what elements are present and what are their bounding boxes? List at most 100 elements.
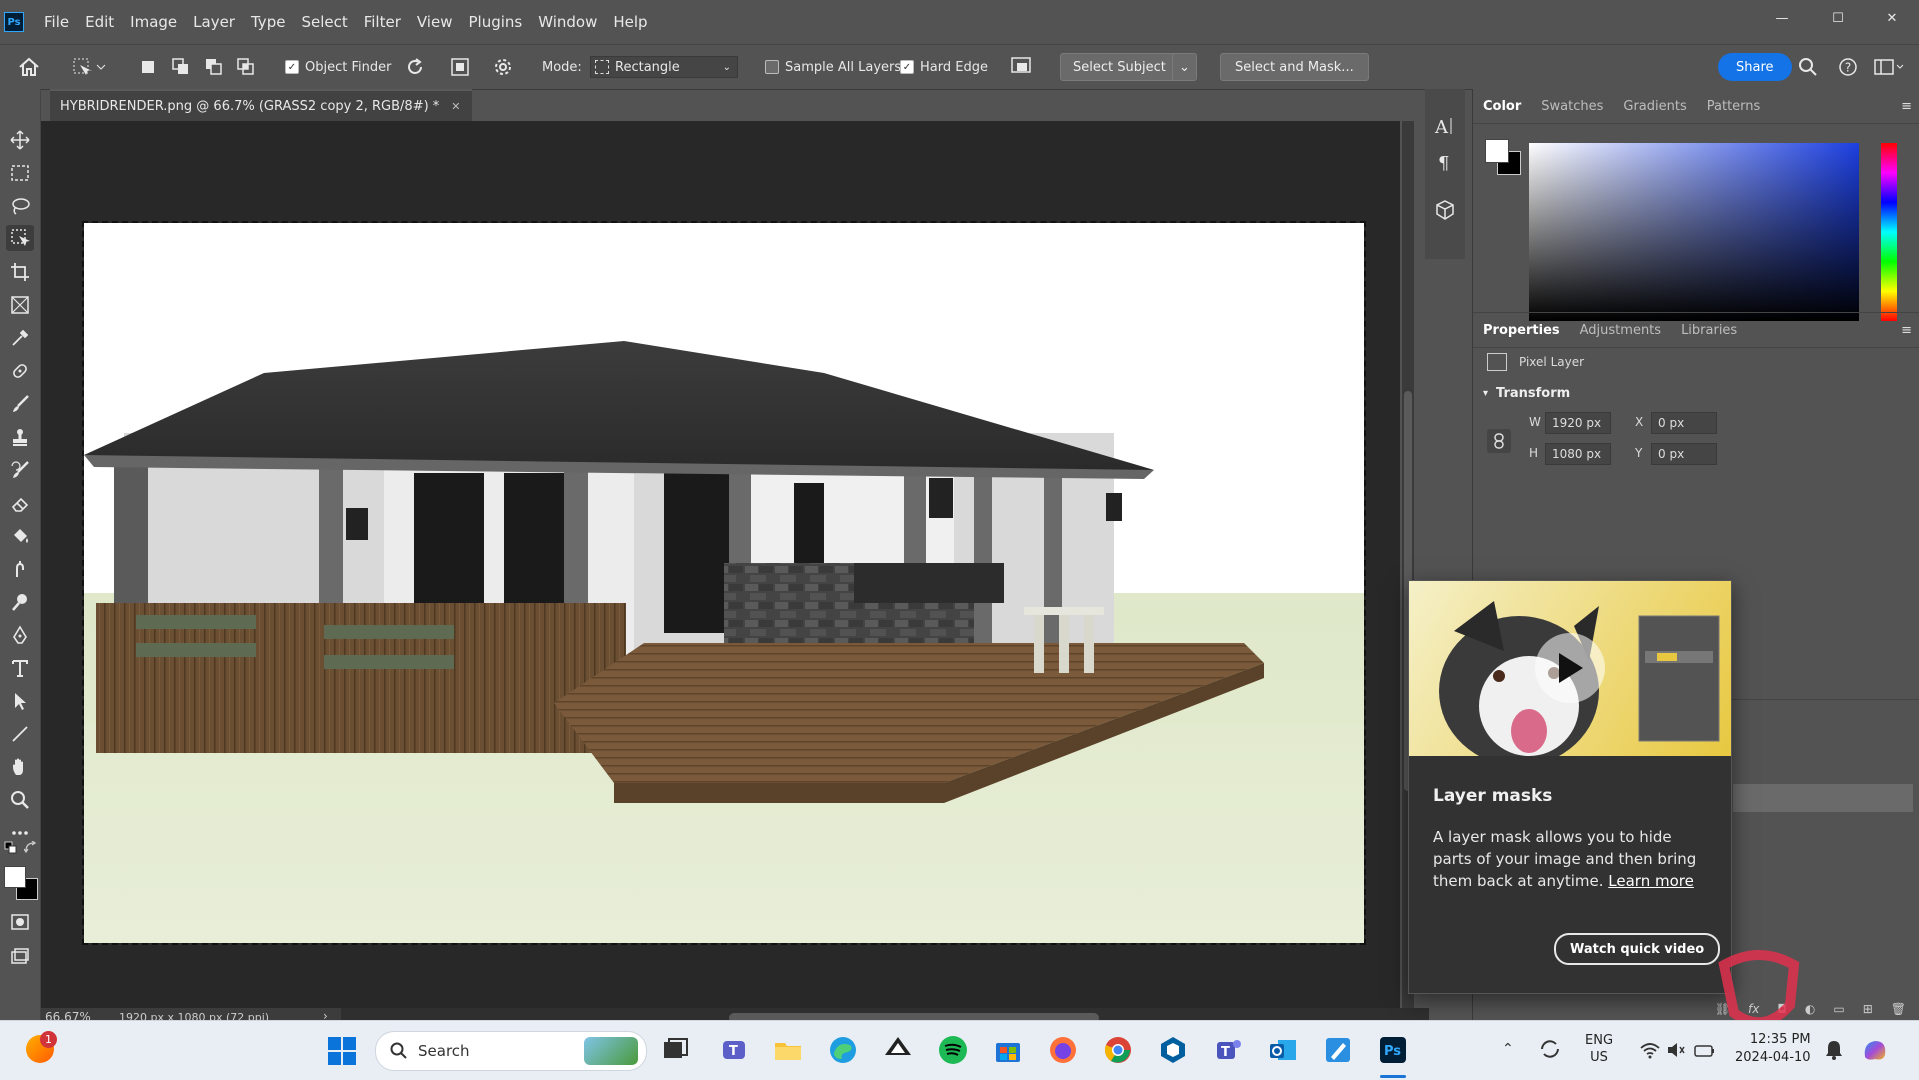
maximize-button[interactable]: ☐: [1808, 0, 1868, 36]
zoom-tool-icon[interactable]: [6, 787, 34, 813]
clock[interactable]: 12:35 PM 2024-04-10: [1735, 1031, 1811, 1067]
file-explorer-icon[interactable]: [773, 1035, 803, 1065]
mode-select[interactable]: Rectangle ⌄: [590, 45, 738, 89]
teams-icon[interactable]: T: [1213, 1035, 1243, 1065]
menu-layer[interactable]: Layer: [185, 0, 243, 44]
width-input[interactable]: 1920 px: [1545, 412, 1611, 434]
chrome-icon[interactable]: [1103, 1035, 1133, 1065]
new-layer-icon[interactable]: ⊞: [1863, 1002, 1873, 1016]
tab-color[interactable]: Color: [1473, 99, 1531, 114]
task-view-icon[interactable]: [660, 1035, 690, 1065]
microsoft-store-icon[interactable]: [993, 1035, 1023, 1065]
move-tool-icon[interactable]: [6, 127, 34, 153]
height-input[interactable]: 1080 px: [1545, 443, 1611, 465]
select-and-mask-button[interactable]: Select and Mask...: [1220, 53, 1369, 81]
inkscape-icon[interactable]: [883, 1035, 913, 1065]
volume-icon[interactable]: [1666, 1041, 1686, 1059]
menu-window[interactable]: Window: [530, 0, 605, 44]
firefox-icon[interactable]: [1048, 1035, 1078, 1065]
select-subject-icon[interactable]: [1010, 45, 1034, 89]
new-selection-icon[interactable]: [140, 45, 156, 89]
chevron-up-icon[interactable]: ⌃: [1502, 1041, 1514, 1057]
battery-icon[interactable]: [1694, 1041, 1716, 1059]
eyedropper-tool-icon[interactable]: [6, 325, 34, 351]
add-selection-icon[interactable]: [172, 45, 190, 89]
video-thumbnail[interactable]: [1409, 581, 1731, 756]
menu-type[interactable]: Type: [243, 0, 293, 44]
x-input[interactable]: 0 px: [1651, 412, 1717, 434]
sample-all-layers-checkbox[interactable]: Sample All Layers: [765, 45, 901, 89]
eraser-tool-icon[interactable]: [6, 490, 34, 516]
quick-mask-icon[interactable]: [6, 909, 34, 935]
minimize-button[interactable]: —: [1752, 0, 1812, 36]
tab-gradients[interactable]: Gradients: [1613, 99, 1696, 114]
help-icon[interactable]: ?: [1838, 45, 1858, 89]
crop-tool-icon[interactable]: [6, 259, 34, 285]
home-icon[interactable]: [18, 45, 40, 89]
tab-properties[interactable]: Properties: [1473, 323, 1570, 338]
sync-icon[interactable]: [1538, 1037, 1562, 1061]
clone-stamp-tool-icon[interactable]: [6, 424, 34, 450]
healing-brush-tool-icon[interactable]: [6, 358, 34, 384]
select-subject-button[interactable]: Select Subject: [1060, 53, 1179, 81]
close-tab-icon[interactable]: ✕: [451, 100, 460, 113]
watch-quick-video-button[interactable]: Watch quick video: [1554, 933, 1721, 965]
taskbar-search[interactable]: Search: [375, 1031, 647, 1071]
hard-edge-checkbox[interactable]: ✓ Hard Edge: [900, 45, 988, 89]
object-finder-checkbox[interactable]: ✓ Object Finder: [285, 45, 391, 89]
path-selection-tool-icon[interactable]: [6, 688, 34, 714]
menu-view[interactable]: View: [409, 0, 461, 44]
tab-adjustments[interactable]: Adjustments: [1570, 323, 1671, 338]
object-selection-tool-icon[interactable]: [72, 45, 106, 89]
paint-app-icon[interactable]: [1323, 1035, 1353, 1065]
select-subject-dropdown[interactable]: ⌄: [1172, 53, 1197, 81]
object-selection-tool-icon[interactable]: [6, 225, 34, 251]
teams-chat-icon[interactable]: T: [720, 1035, 750, 1065]
transform-section[interactable]: ▾ Transform: [1483, 386, 1570, 401]
gear-icon[interactable]: [493, 45, 513, 89]
line-tool-icon[interactable]: [6, 721, 34, 747]
frame-tool-icon[interactable]: [6, 292, 34, 318]
foreground-color-swatch[interactable]: [1485, 139, 1509, 163]
foreground-color-swatch[interactable]: [4, 866, 26, 888]
learn-more-link[interactable]: Learn more: [1608, 872, 1694, 890]
edge-browser-icon[interactable]: [828, 1035, 858, 1065]
marquee-tool-icon[interactable]: [6, 160, 34, 186]
photoshop-taskbar-icon[interactable]: Ps: [1378, 1035, 1408, 1065]
menu-filter[interactable]: Filter: [356, 0, 409, 44]
tab-libraries[interactable]: Libraries: [1671, 323, 1747, 338]
link-icon[interactable]: [1487, 429, 1511, 453]
menu-file[interactable]: File: [36, 0, 77, 44]
panel-menu-icon[interactable]: ≡: [1901, 99, 1912, 114]
pen-tool-icon[interactable]: [6, 622, 34, 648]
color-field[interactable]: [1529, 143, 1859, 321]
menu-plugins[interactable]: Plugins: [460, 0, 530, 44]
wifi-icon[interactable]: [1640, 1041, 1660, 1059]
lasso-tool-icon[interactable]: [6, 193, 34, 219]
trash-icon[interactable]: 🗑: [1891, 1002, 1906, 1016]
menu-image[interactable]: Image: [122, 0, 185, 44]
language-indicator[interactable]: ENG US: [1585, 1032, 1613, 1066]
panel-menu-icon[interactable]: ≡: [1901, 323, 1912, 338]
sketchup-icon[interactable]: [1158, 1035, 1188, 1065]
copilot-icon[interactable]: [1860, 1035, 1890, 1065]
screen-mode-icon[interactable]: [6, 944, 34, 970]
search-icon[interactable]: [1798, 45, 1818, 89]
close-button[interactable]: ✕: [1862, 0, 1919, 36]
paragraph-icon[interactable]: ¶: [1434, 151, 1456, 173]
hand-tool-icon[interactable]: [6, 754, 34, 780]
tab-swatches[interactable]: Swatches: [1531, 99, 1613, 114]
spotify-icon[interactable]: [938, 1035, 968, 1065]
3d-cube-icon[interactable]: [1434, 199, 1456, 221]
paint-bucket-tool-icon[interactable]: [6, 523, 34, 549]
layer-row-selected[interactable]: [1733, 784, 1913, 812]
y-input[interactable]: 0 px: [1651, 443, 1717, 465]
outlook-icon[interactable]: [1268, 1035, 1298, 1065]
folder-icon[interactable]: ▭: [1833, 1002, 1844, 1016]
default-colors-icon[interactable]: [4, 841, 18, 855]
smudge-tool-icon[interactable]: [6, 556, 34, 582]
document-tab[interactable]: HYBRIDRENDER.png @ 66.7% (GRASS2 copy 2,…: [50, 89, 472, 121]
document-canvas[interactable]: [82, 221, 1366, 945]
dodge-tool-icon[interactable]: [6, 589, 34, 615]
menu-edit[interactable]: Edit: [77, 0, 122, 44]
